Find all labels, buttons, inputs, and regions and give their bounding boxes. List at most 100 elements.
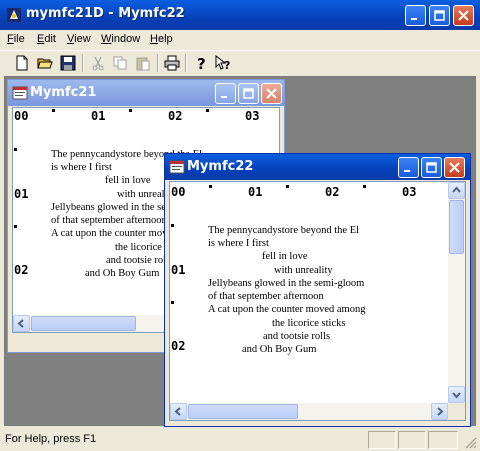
maximize-button[interactable]	[429, 5, 450, 26]
minimize-icon	[411, 18, 417, 20]
child-close-button[interactable]	[261, 83, 282, 104]
child-minimize-button[interactable]	[398, 157, 419, 178]
ruler-tick	[171, 224, 174, 227]
poem-line: with unreality	[274, 265, 333, 276]
status-text: For Help, press F1	[5, 433, 97, 445]
poem-line: is where I first	[208, 238, 269, 249]
menu-file[interactable]: File	[7, 33, 25, 45]
child-minimize-button[interactable]	[215, 83, 236, 104]
child-title-bar[interactable]: Mymfc21	[8, 80, 284, 106]
minimize-button[interactable]	[405, 5, 426, 26]
main-title-bar[interactable]: mymfc21D - Mymfc22	[0, 0, 480, 30]
ruler-tick	[14, 148, 17, 151]
document-view[interactable]: 00 01 02 03 01 02 The pennycandystore be…	[169, 181, 466, 421]
scroll-thumb[interactable]	[449, 200, 464, 254]
ruler-tick	[171, 301, 174, 304]
poem-line: fell in love	[262, 251, 308, 262]
row-label: 01	[14, 187, 29, 201]
maximize-icon	[426, 162, 437, 173]
child-close-button[interactable]	[444, 157, 465, 178]
open-folder-icon	[37, 58, 53, 69]
ruler-label: 00	[14, 109, 29, 123]
child-maximize-button[interactable]	[238, 83, 259, 104]
child-title: Mymfc22	[187, 159, 254, 174]
scroll-up-button[interactable]	[448, 182, 465, 199]
scroll-down-button[interactable]	[448, 386, 465, 403]
poem-line: and tootsie rolls	[263, 331, 331, 342]
arrow-down-icon	[452, 392, 461, 399]
menu-window[interactable]: Window	[101, 33, 140, 45]
app-icon[interactable]	[6, 7, 22, 23]
save-icon	[60, 55, 76, 71]
save-button[interactable]	[58, 53, 79, 73]
menu-bar: File Edit View Window Help	[0, 30, 480, 49]
ruler-tick	[52, 109, 55, 112]
open-button[interactable]	[35, 53, 56, 73]
paste-icon	[136, 57, 150, 71]
toolbar-separator	[82, 54, 84, 72]
close-icon	[449, 162, 460, 173]
poem-line: The pennycandystore beyond the El	[208, 225, 360, 236]
scroll-left-button[interactable]	[170, 403, 187, 420]
status-pane-cap	[368, 431, 396, 449]
help-button[interactable]: ?	[191, 53, 212, 73]
scroll-thumb[interactable]	[188, 404, 298, 419]
status-pane-scrl	[428, 431, 458, 449]
toolbar: ? ?	[0, 50, 480, 74]
child-maximize-button[interactable]	[421, 157, 442, 178]
menu-help[interactable]: Help	[150, 33, 173, 45]
maximize-icon	[434, 10, 445, 21]
close-icon	[458, 10, 469, 21]
new-button[interactable]	[12, 53, 33, 73]
maximize-icon	[243, 88, 254, 99]
ruler-label: 01	[248, 185, 263, 199]
svg-text:?: ?	[224, 59, 230, 71]
poem-line: of that september afternoon	[208, 291, 324, 302]
status-bar: For Help, press F1	[0, 428, 480, 451]
new-file-icon	[16, 55, 28, 71]
arrow-left-icon	[174, 407, 181, 416]
horizontal-scrollbar[interactable]	[170, 403, 448, 420]
vertical-scrollbar[interactable]	[448, 182, 465, 403]
ruler-label: 02	[325, 185, 340, 199]
poem-line: A cat upon the counter moved among	[208, 304, 366, 315]
help-icon: ?	[197, 55, 206, 73]
document-icon	[12, 86, 28, 100]
poem-line: fell in love	[105, 175, 151, 186]
context-help-button[interactable]: ?	[213, 53, 234, 73]
poem-line: and Oh Boy Gum	[85, 268, 160, 279]
print-icon	[164, 55, 180, 71]
row-label: 01	[171, 263, 186, 277]
cut-icon	[92, 56, 104, 71]
ruler-label: 03	[245, 109, 260, 123]
ruler-label: 01	[91, 109, 106, 123]
menu-view[interactable]: View	[67, 33, 91, 45]
row-label: 02	[14, 263, 29, 277]
child-title-bar[interactable]: Mymfc22	[165, 154, 470, 180]
ruler-tick	[206, 109, 209, 112]
context-help-icon: ?	[215, 54, 230, 72]
scroll-left-button[interactable]	[13, 315, 30, 332]
print-button[interactable]	[162, 53, 183, 73]
resize-grip-icon[interactable]	[464, 436, 477, 449]
menu-edit[interactable]: Edit	[37, 33, 56, 45]
poem-line: of that september afternoon	[51, 215, 167, 226]
scroll-right-button[interactable]	[431, 403, 448, 420]
ruler-tick	[14, 225, 17, 228]
close-button[interactable]	[453, 5, 474, 26]
ruler-label: 02	[168, 109, 183, 123]
child-window-mymfc22[interactable]: Mymfc22 00 01 02 03 01 02 The pennycandy…	[164, 153, 471, 427]
child-title: Mymfc21	[30, 85, 97, 100]
poem-line: and Oh Boy Gum	[242, 344, 317, 355]
poem-line: Jellybeans glowed in the semi-gloom	[208, 278, 365, 289]
status-pane-num	[398, 431, 426, 449]
size-grip[interactable]	[448, 403, 465, 420]
close-icon	[266, 88, 277, 99]
ruler-label: 03	[402, 185, 417, 199]
ruler-tick	[363, 185, 366, 188]
ruler-tick	[129, 109, 132, 112]
paste-button[interactable]	[133, 53, 154, 73]
cut-button[interactable]	[88, 53, 109, 73]
scroll-thumb[interactable]	[31, 316, 136, 331]
copy-button[interactable]	[110, 53, 131, 73]
